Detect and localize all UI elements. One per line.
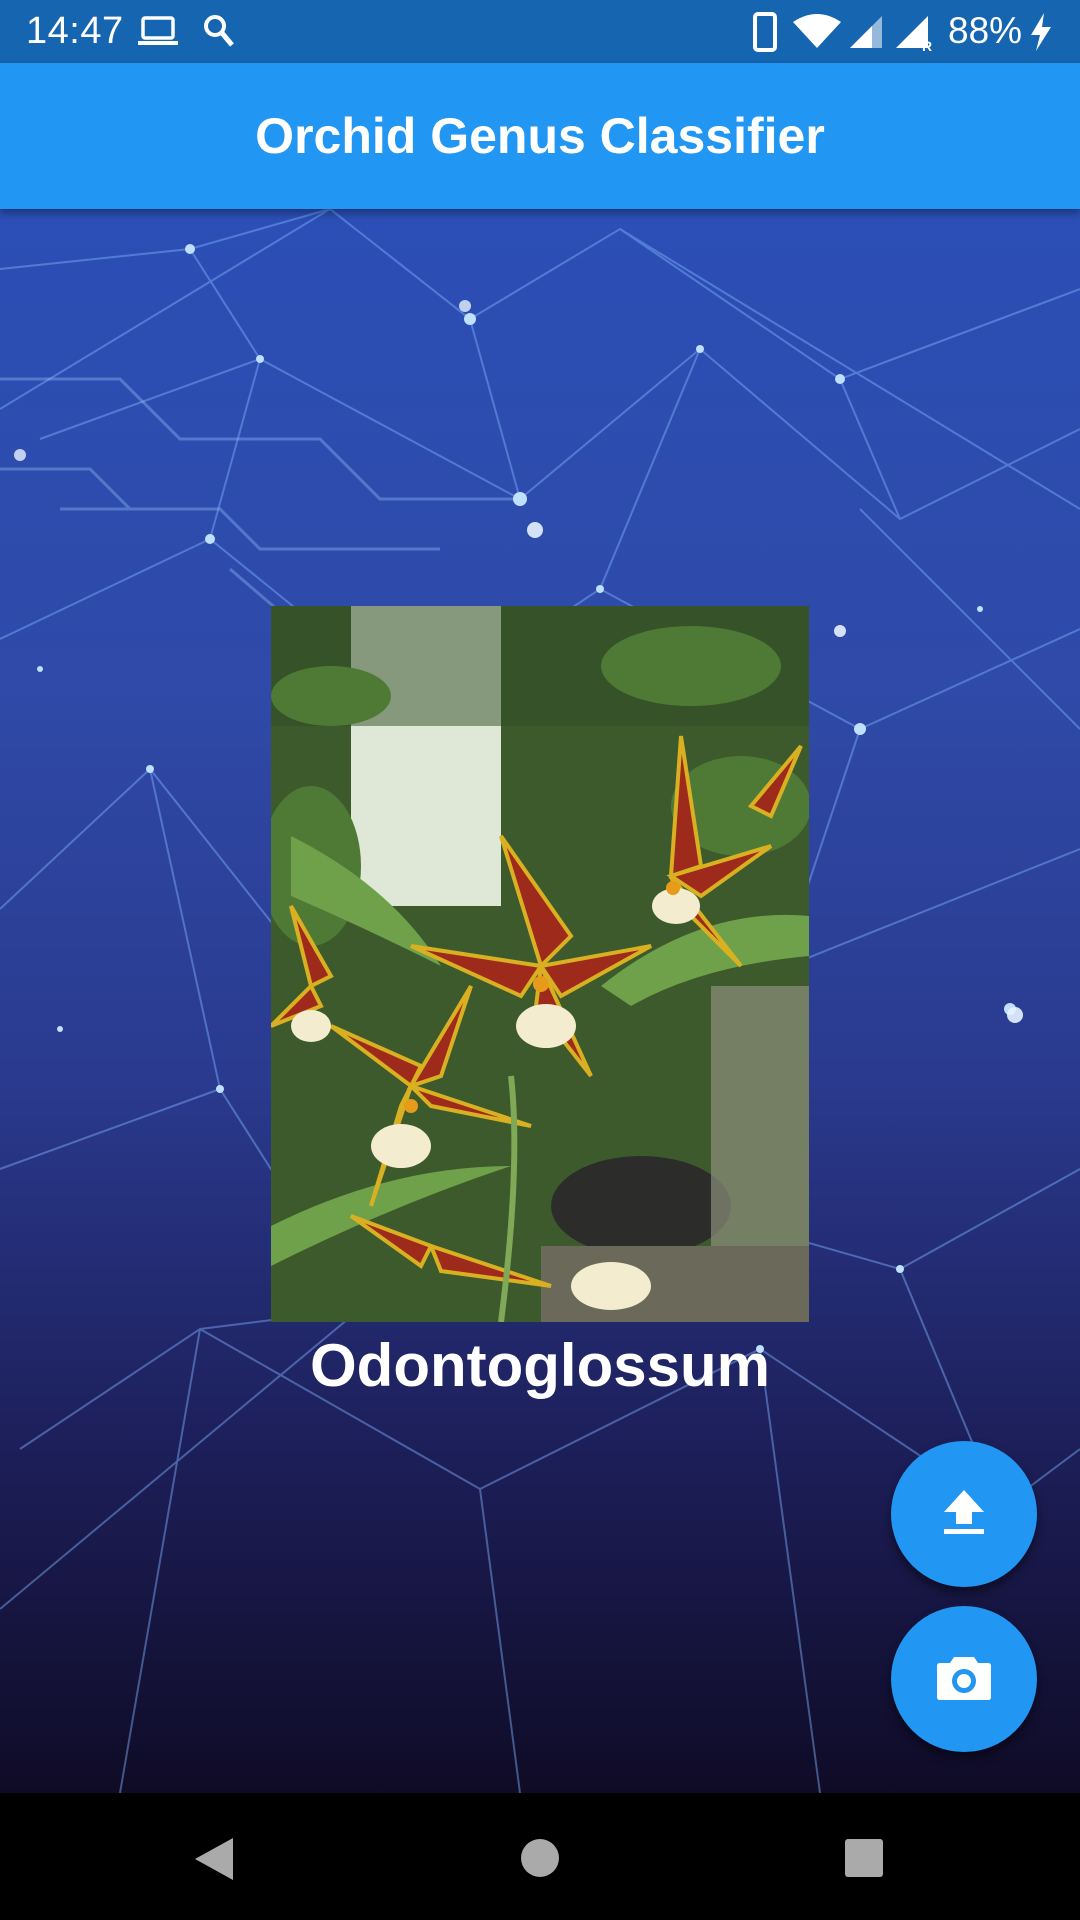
phone-icon — [752, 12, 778, 57]
search-icon — [203, 14, 235, 53]
navigation-bar — [0, 1793, 1080, 1920]
back-icon[interactable] — [193, 1836, 235, 1887]
camera-icon — [936, 1653, 992, 1706]
svg-text:R: R — [922, 38, 932, 52]
signal-icon — [848, 14, 884, 55]
status-time: 14:47 — [26, 10, 124, 52]
camera-button[interactable] — [891, 1606, 1037, 1752]
app-title: Orchid Genus Classifier — [255, 108, 825, 164]
wifi-icon — [792, 14, 842, 55]
main-content: Odontoglossum — [0, 209, 1080, 1793]
battery-level: 88% — [948, 10, 1023, 51]
app-bar: Orchid Genus Classifier — [0, 63, 1080, 209]
classification-result: Odontoglossum — [310, 1332, 770, 1399]
signal-roaming-icon: R — [894, 14, 936, 57]
orchid-photo — [271, 606, 809, 1322]
charging-icon — [1028, 12, 1054, 57]
upload-button[interactable] — [891, 1441, 1037, 1587]
home-icon[interactable] — [520, 1838, 560, 1883]
upload-icon — [942, 1488, 986, 1541]
recents-icon[interactable] — [844, 1838, 884, 1883]
laptop-icon — [138, 16, 178, 53]
status-bar: 14:47 R 88% — [0, 0, 1080, 63]
